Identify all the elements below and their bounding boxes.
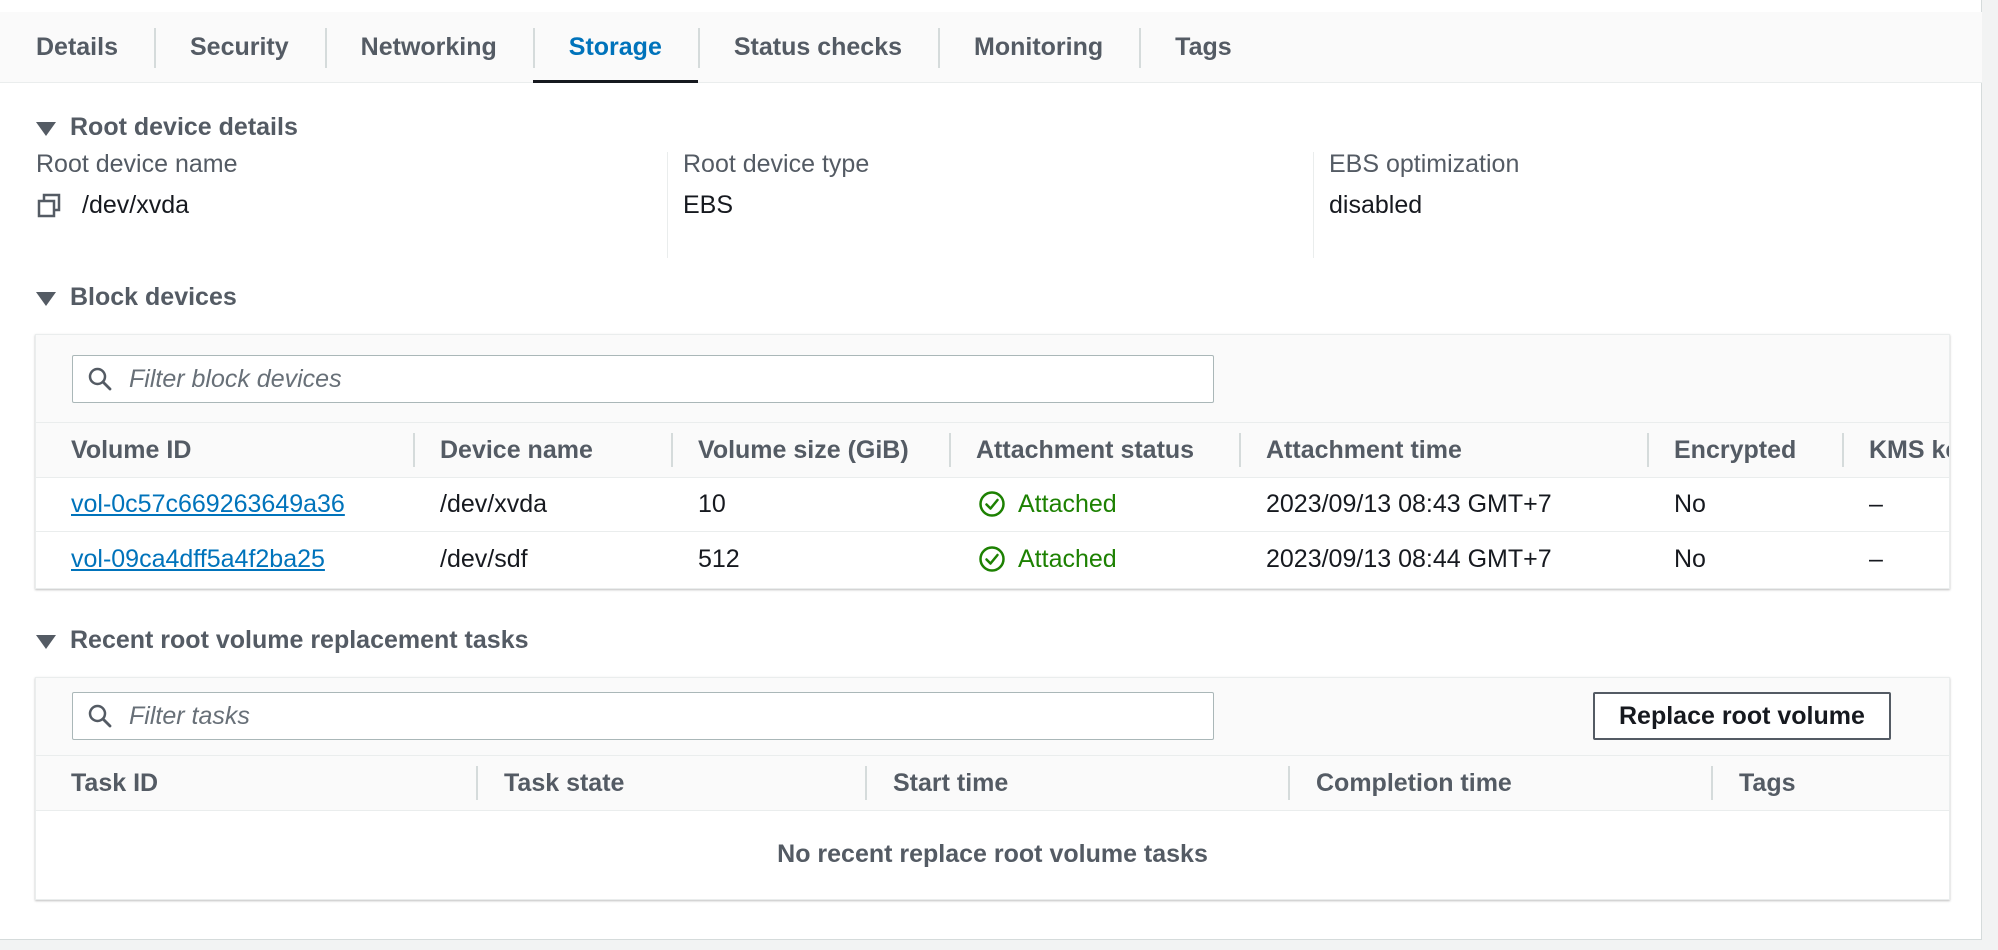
copy-icon[interactable] (36, 193, 62, 219)
col-encrypted[interactable]: Encrypted (1647, 423, 1796, 477)
search-icon (88, 704, 112, 728)
table-header: Task ID Task state Start time Completion… (36, 755, 1949, 811)
status-text: Attached (1018, 544, 1117, 573)
replacement-tasks-toggle[interactable]: Recent root volume replacement tasks (36, 626, 529, 655)
device-name: /dev/xvda (440, 489, 548, 518)
caret-down-icon (36, 634, 56, 649)
tab-details[interactable]: Details (0, 12, 154, 82)
caret-down-icon (36, 121, 56, 136)
field-label: EBS optimization (1329, 150, 1520, 178)
tab-monitoring[interactable]: Monitoring (938, 12, 1139, 82)
attachment-status: Attached (978, 477, 1117, 531)
tab-security[interactable]: Security (153, 12, 325, 82)
field-value: EBS (683, 191, 734, 219)
filter-tasks[interactable] (72, 692, 1214, 740)
kms-key: – (1869, 489, 1883, 518)
col-task-state[interactable]: Task state (476, 756, 624, 810)
section-title: Block devices (70, 283, 237, 311)
replace-root-volume-button[interactable]: Replace root volume (1593, 692, 1891, 740)
volume-size: 10 (698, 489, 726, 518)
field-value: /dev/xvda (82, 191, 190, 219)
table-header: Volume ID Device name Volume size (GiB) … (36, 422, 1949, 478)
field-value: disabled (1329, 191, 1423, 219)
replacement-tasks-table: Replace root volume Task ID Task state S… (35, 677, 1950, 900)
storage-panel: Details Security Networking Storage Stat… (0, 0, 1982, 940)
divider (667, 152, 668, 258)
table-row: vol-09ca4dff5a4f2ba25 /dev/sdf 512 Attac… (36, 532, 1949, 586)
root-device-type-field: Root device type EBS (683, 150, 869, 258)
col-volume-size[interactable]: Volume size (GiB) (671, 423, 909, 477)
instance-tabs: Details Security Networking Storage Stat… (0, 12, 1982, 83)
col-completion-time[interactable]: Completion time (1288, 756, 1512, 810)
tab-tags[interactable]: Tags (1139, 12, 1268, 82)
section-title: Recent root volume replacement tasks (70, 626, 529, 654)
col-task-id[interactable]: Task ID (71, 756, 158, 810)
filter-tasks-input[interactable] (113, 701, 1213, 731)
col-attachment-time[interactable]: Attachment time (1239, 423, 1462, 477)
attachment-time: 2023/09/13 08:43 GMT+7 (1266, 489, 1552, 518)
volume-id-link[interactable]: vol-0c57c669263649a36 (71, 477, 345, 531)
field-label: Root device name (36, 150, 238, 178)
block-devices-table: Volume ID Device name Volume size (GiB) … (35, 334, 1950, 589)
search-icon (88, 367, 112, 391)
attachment-status: Attached (978, 532, 1117, 586)
caret-down-icon (36, 291, 56, 306)
check-circle-icon (979, 546, 1005, 572)
table-row: vol-0c57c669263649a36 /dev/xvda 10 Attac… (36, 477, 1949, 532)
encrypted: No (1674, 544, 1706, 573)
field-label: Root device type (683, 150, 870, 178)
root-device-details-toggle[interactable]: Root device details (36, 113, 298, 142)
filter-block-devices-input[interactable] (113, 364, 1213, 394)
empty-state-message: No recent replace root volume tasks (777, 840, 1208, 868)
col-start-time[interactable]: Start time (865, 756, 1008, 810)
encrypted: No (1674, 489, 1706, 518)
col-device-name[interactable]: Device name (413, 423, 593, 477)
block-devices-toggle[interactable]: Block devices (36, 283, 237, 312)
attachment-time: 2023/09/13 08:44 GMT+7 (1266, 544, 1552, 573)
section-title: Root device details (70, 113, 298, 141)
root-device-name-field: Root device name /dev/xvda (36, 150, 238, 258)
device-name: /dev/sdf (440, 544, 528, 573)
status-text: Attached (1018, 489, 1117, 518)
col-volume-id[interactable]: Volume ID (71, 423, 191, 477)
volume-id-link[interactable]: vol-09ca4dff5a4f2ba25 (71, 532, 325, 586)
tab-status-checks[interactable]: Status checks (697, 12, 938, 82)
divider (1313, 152, 1314, 258)
volume-size: 512 (698, 544, 740, 573)
tab-storage[interactable]: Storage (532, 12, 698, 83)
check-circle-icon (979, 491, 1005, 517)
col-attachment-status[interactable]: Attachment status (949, 423, 1194, 477)
col-kms-key[interactable]: KMS ke (1842, 423, 1949, 477)
ebs-optimization-field: EBS optimization disabled (1329, 150, 1519, 258)
col-tags[interactable]: Tags (1711, 756, 1796, 810)
tab-networking[interactable]: Networking (324, 12, 533, 82)
kms-key: – (1869, 544, 1883, 573)
filter-block-devices[interactable] (72, 355, 1214, 403)
